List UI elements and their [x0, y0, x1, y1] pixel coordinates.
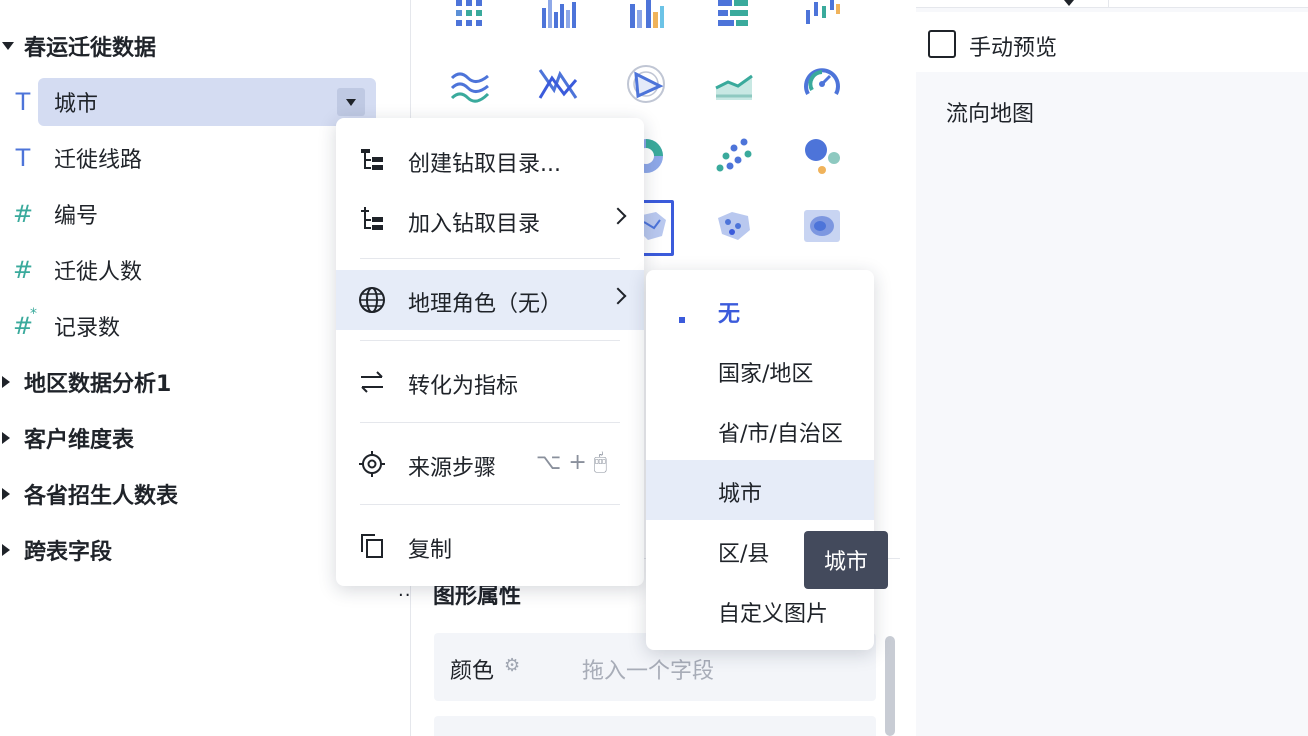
field-row[interactable]: T 迁徙线路 — [0, 130, 330, 186]
multi-column-chart-icon[interactable] — [626, 0, 666, 32]
group-row-expanded[interactable]: 春运迁徙数据 — [0, 18, 409, 74]
field-label: 编号 — [54, 204, 99, 229]
tab-bar — [916, 0, 1308, 8]
target-icon — [359, 451, 385, 477]
geo-option-province[interactable]: 省/市/自治区 — [646, 400, 874, 460]
field-label: 记录数 — [54, 316, 121, 341]
menu-item-label: 加入钻取目录 — [408, 212, 541, 237]
menu-item-create-drill[interactable]: 创建钻取目录... — [336, 130, 644, 190]
group-row-collapsed[interactable]: 跨表字段 — [0, 522, 330, 578]
multi-line-chart-icon[interactable] — [450, 64, 490, 104]
geo-role-submenu: 无 国家/地区 省/市/自治区 城市 区/县 自定义图片 — [646, 270, 874, 650]
menu-item-add-drill[interactable]: 加入钻取目录 — [336, 190, 644, 250]
menu-item-label: 转化为指标 — [408, 374, 519, 399]
field-dropdown-button[interactable] — [337, 88, 365, 116]
tab-divider — [1108, 0, 1109, 8]
calculated-star-icon: * — [30, 306, 37, 322]
group-row-collapsed[interactable]: 地区数据分析1 — [0, 354, 330, 410]
geo-option-city[interactable]: 城市 — [646, 460, 874, 520]
scatter-chart-icon[interactable] — [714, 136, 754, 176]
menu-divider — [360, 422, 620, 423]
field-row[interactable]: # * 记录数 — [0, 298, 330, 354]
group-row-collapsed[interactable]: 各省招生人数表 — [0, 466, 330, 522]
color-label: 颜色 — [450, 659, 495, 684]
group-label: 春运迁徙数据 — [24, 36, 157, 61]
geo-option-label: 城市 — [718, 482, 763, 507]
geo-option-label: 自定义图片 — [718, 602, 829, 627]
group-row-collapsed[interactable]: 客户维度表 — [0, 410, 330, 466]
point-map-chart-icon[interactable] — [714, 206, 754, 246]
menu-divider — [360, 340, 620, 341]
bubble-chart-icon[interactable] — [802, 136, 842, 176]
menu-item-label: 复制 — [408, 538, 453, 563]
manual-preview-checkbox[interactable] — [928, 30, 956, 58]
group-label: 跨表字段 — [24, 540, 113, 565]
chart-title: 流向地图 — [946, 102, 1035, 127]
group-label: 客户维度表 — [24, 428, 135, 453]
radar-chart-icon[interactable] — [626, 64, 666, 104]
gear-icon[interactable]: ⚙ — [504, 655, 520, 676]
text-field-icon: T — [15, 88, 31, 116]
collapse-caret-icon[interactable] — [2, 376, 10, 388]
column-chart-icon[interactable] — [538, 0, 578, 32]
collapse-caret-icon[interactable] — [2, 432, 10, 444]
chevron-right-icon — [609, 287, 627, 305]
field-context-menu: 创建钻取目录... 加入钻取目录 地理角色（无） 转化为指标 来源步骤 ⌥ + … — [336, 118, 644, 586]
group-label: 地区数据分析1 — [24, 372, 172, 397]
globe-icon — [359, 287, 385, 313]
menu-item-label: 来源步骤 — [408, 456, 497, 481]
geo-option-label: 区/县 — [718, 542, 770, 567]
geo-option-label: 省/市/自治区 — [718, 422, 843, 447]
field-label: 迁徙人数 — [54, 260, 143, 285]
menu-item-label: 创建钻取目录... — [408, 152, 561, 177]
menu-item-geo-role[interactable]: 地理角色（无） — [336, 270, 644, 330]
next-drop-zone[interactable] — [434, 716, 876, 736]
swap-icon — [361, 371, 383, 393]
drill-create-icon — [361, 149, 383, 170]
field-row[interactable]: # 迁徙人数 — [0, 242, 330, 298]
grouped-bar-chart-icon[interactable] — [450, 0, 490, 32]
selected-indicator-icon — [679, 317, 685, 323]
menu-item-source-step[interactable]: 来源步骤 ⌥ + 🖱 — [336, 434, 644, 494]
menu-divider — [360, 258, 620, 259]
drop-field-placeholder: 拖入一个字段 — [582, 659, 715, 684]
collapse-caret-icon[interactable] — [2, 544, 10, 556]
gauge-chart-icon[interactable] — [802, 64, 842, 104]
manual-preview-label[interactable]: 手动预览 — [969, 30, 1057, 62]
menu-item-copy[interactable]: 复制 — [336, 516, 644, 576]
field-row[interactable]: # 编号 — [0, 186, 330, 242]
heat-map-chart-icon[interactable] — [802, 206, 842, 246]
text-field-icon: T — [15, 144, 31, 172]
menu-item-convert-metric[interactable]: 转化为指标 — [336, 352, 644, 412]
geo-option-label: 无 — [718, 302, 741, 327]
horizontal-bar-chart-icon[interactable] — [714, 0, 754, 32]
expand-caret-icon[interactable] — [2, 42, 14, 50]
polyline-chart-icon[interactable] — [538, 64, 578, 104]
menu-item-label: 地理角色（无） — [408, 292, 563, 317]
preview-header: 手动预览 — [916, 12, 1308, 72]
copy-icon — [361, 534, 383, 558]
geo-option-none[interactable]: 无 — [646, 280, 874, 340]
range-column-chart-icon[interactable] — [802, 0, 842, 32]
group-label: 各省招生人数表 — [24, 484, 179, 509]
keyboard-shortcut: ⌥ + 🖱 — [536, 450, 607, 475]
chevron-right-icon — [609, 207, 627, 225]
collapse-caret-icon[interactable] — [2, 488, 10, 500]
number-field-icon: # — [12, 256, 34, 284]
tab-indicator-icon — [1064, 0, 1074, 6]
field-row[interactable]: T 城市 — [0, 74, 330, 130]
field-label: 迁徙线路 — [54, 148, 143, 173]
drill-add-icon — [361, 207, 383, 230]
menu-divider — [360, 504, 620, 505]
geo-option-country[interactable]: 国家/地区 — [646, 340, 874, 400]
number-field-icon: # — [12, 200, 34, 228]
geo-option-custom-image[interactable]: 自定义图片 — [646, 580, 874, 640]
geo-option-label: 国家/地区 — [718, 362, 814, 387]
field-label: 城市 — [54, 92, 99, 117]
scrollbar-thumb[interactable] — [885, 636, 895, 736]
area-chart-icon[interactable] — [714, 64, 754, 104]
preview-panel: 手动预览 流向地图 — [916, 0, 1308, 736]
tooltip: 城市 — [804, 531, 888, 589]
